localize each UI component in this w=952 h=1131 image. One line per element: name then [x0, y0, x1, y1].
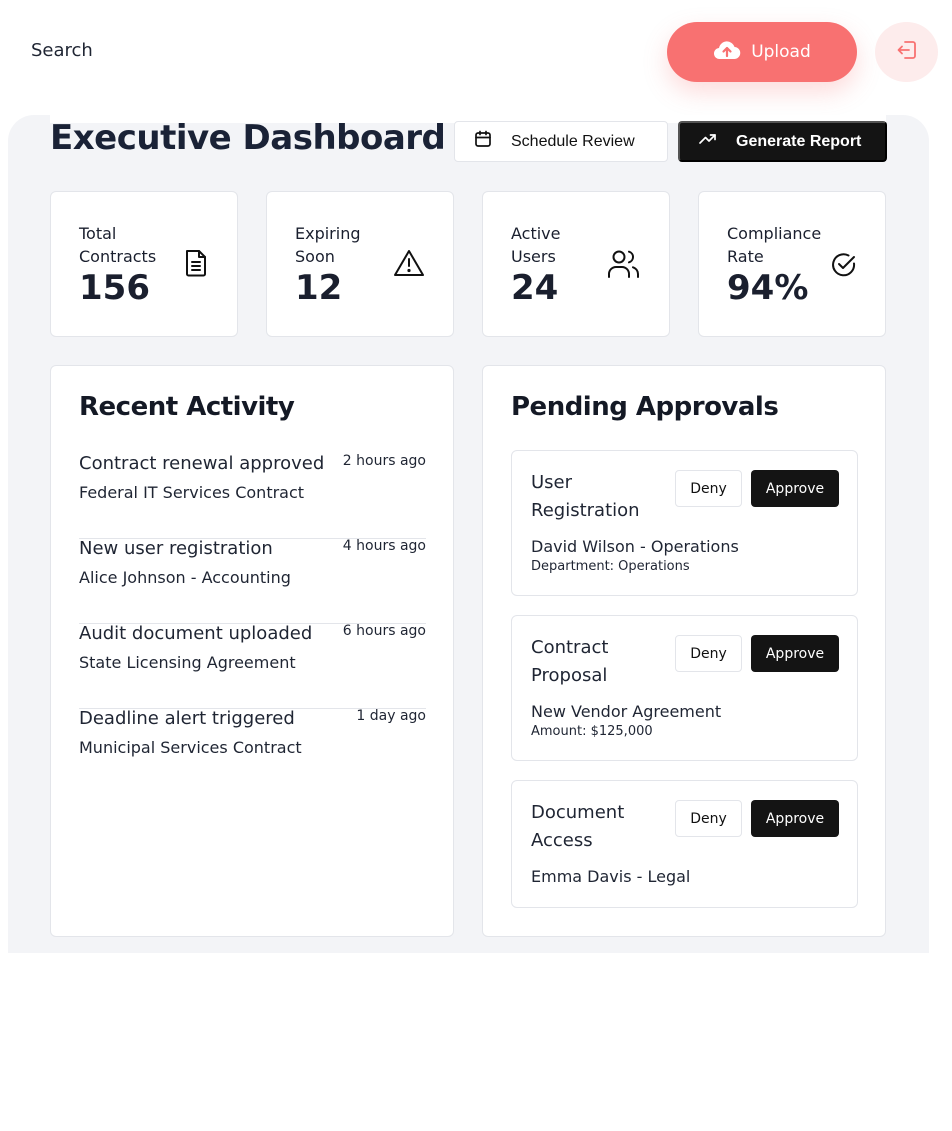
warning-icon	[393, 248, 425, 282]
stat-label: Expiring Soon	[295, 222, 361, 268]
stat-card-compliance-rate: Compliance Rate 94%	[698, 191, 886, 337]
page-title: Executive Dashboard	[50, 118, 446, 158]
activity-title: Deadline alert triggered	[79, 708, 295, 729]
approval-title: Document Access	[531, 802, 625, 851]
activity-subtitle: Municipal Services Contract	[79, 738, 302, 757]
approve-button[interactable]: Approve	[751, 470, 839, 507]
deny-button[interactable]: Deny	[675, 635, 742, 672]
approve-button[interactable]: Approve	[751, 635, 839, 672]
activity-subtitle: State Licensing Agreement	[79, 653, 296, 672]
stat-value: 156	[79, 268, 150, 308]
check-circle-icon	[831, 252, 857, 282]
approval-detail: Amount: $125,000	[531, 724, 653, 739]
calendar-icon	[473, 129, 493, 154]
approval-detail: Department: Operations	[531, 559, 690, 574]
approve-button[interactable]: Approve	[751, 800, 839, 837]
stat-label-line: Total	[79, 224, 117, 243]
stat-label: Total Contracts	[79, 222, 156, 268]
approval-card-document-access: Document Access Deny Approve Emma Davis …	[511, 780, 858, 908]
activity-time: 6 hours ago	[342, 623, 426, 639]
activity-item[interactable]: Contract renewal approved 2 hours ago Fe…	[79, 453, 426, 539]
search-label[interactable]: Search	[31, 40, 93, 61]
stat-label: Active Users	[511, 222, 561, 268]
approval-title: User Registration	[531, 472, 640, 521]
approval-card-contract-proposal: Contract Proposal Deny Approve New Vendo…	[511, 615, 858, 761]
cloud-upload-icon	[713, 39, 741, 66]
users-icon	[607, 248, 641, 284]
stat-label-line: Soon	[295, 247, 335, 266]
activity-item[interactable]: Deadline alert triggered 1 day ago Munic…	[79, 708, 426, 793]
generate-report-button[interactable]: Generate Report	[678, 121, 887, 162]
upload-label: Upload	[751, 42, 811, 62]
activity-title: Contract renewal approved	[79, 453, 325, 474]
stat-label: Compliance Rate	[727, 222, 821, 268]
activity-item[interactable]: New user registration 4 hours ago Alice …	[79, 538, 426, 624]
activity-subtitle: Federal IT Services Contract	[79, 483, 305, 502]
activity-time: 4 hours ago	[342, 538, 426, 554]
deny-button[interactable]: Deny	[675, 800, 742, 837]
generate-report-label: Generate Report	[736, 132, 862, 150]
logout-icon	[895, 38, 919, 66]
logout-button[interactable]	[875, 22, 938, 82]
stat-label-line: Rate	[727, 247, 764, 266]
stat-value: 94%	[727, 268, 809, 308]
activity-title: Audit document uploaded	[79, 623, 313, 644]
recent-activity-panel: Recent Activity Contract renewal approve…	[50, 365, 454, 937]
stat-label-line: Users	[511, 247, 556, 266]
approval-title: Contract Proposal	[531, 637, 609, 686]
stat-card-active-users: Active Users 24	[482, 191, 670, 337]
stat-value: 12	[295, 268, 343, 308]
approval-subtitle: Emma Davis - Legal	[531, 867, 691, 886]
deny-button[interactable]: Deny	[675, 470, 742, 507]
pending-approvals-panel: Pending Approvals User Registration Deny…	[482, 365, 886, 937]
approval-subtitle: David Wilson - Operations	[531, 537, 739, 556]
document-icon	[183, 248, 209, 282]
stat-label-line: Contracts	[79, 247, 157, 266]
stat-card-total-contracts: Total Contracts 156	[50, 191, 238, 337]
schedule-review-button[interactable]: Schedule Review	[454, 121, 668, 162]
pending-approvals-title: Pending Approvals	[511, 392, 779, 422]
activity-title: New user registration	[79, 538, 273, 559]
stat-label-line: Compliance	[727, 224, 822, 243]
activity-time: 2 hours ago	[342, 453, 426, 469]
trending-up-icon	[698, 129, 718, 154]
stat-card-expiring-soon: Expiring Soon 12	[266, 191, 454, 337]
stat-label-line: Active	[511, 224, 561, 243]
recent-activity-title: Recent Activity	[79, 392, 295, 422]
activity-time: 1 day ago	[356, 708, 426, 724]
activity-item[interactable]: Audit document uploaded 6 hours ago Stat…	[79, 623, 426, 709]
approval-subtitle: New Vendor Agreement	[531, 702, 722, 721]
upload-button[interactable]: Upload	[667, 22, 857, 82]
schedule-review-label: Schedule Review	[511, 132, 635, 150]
approval-card-user-registration: User Registration Deny Approve David Wil…	[511, 450, 858, 596]
activity-subtitle: Alice Johnson - Accounting	[79, 568, 291, 587]
stat-value: 24	[511, 268, 559, 308]
stat-label-line: Expiring	[295, 224, 361, 243]
